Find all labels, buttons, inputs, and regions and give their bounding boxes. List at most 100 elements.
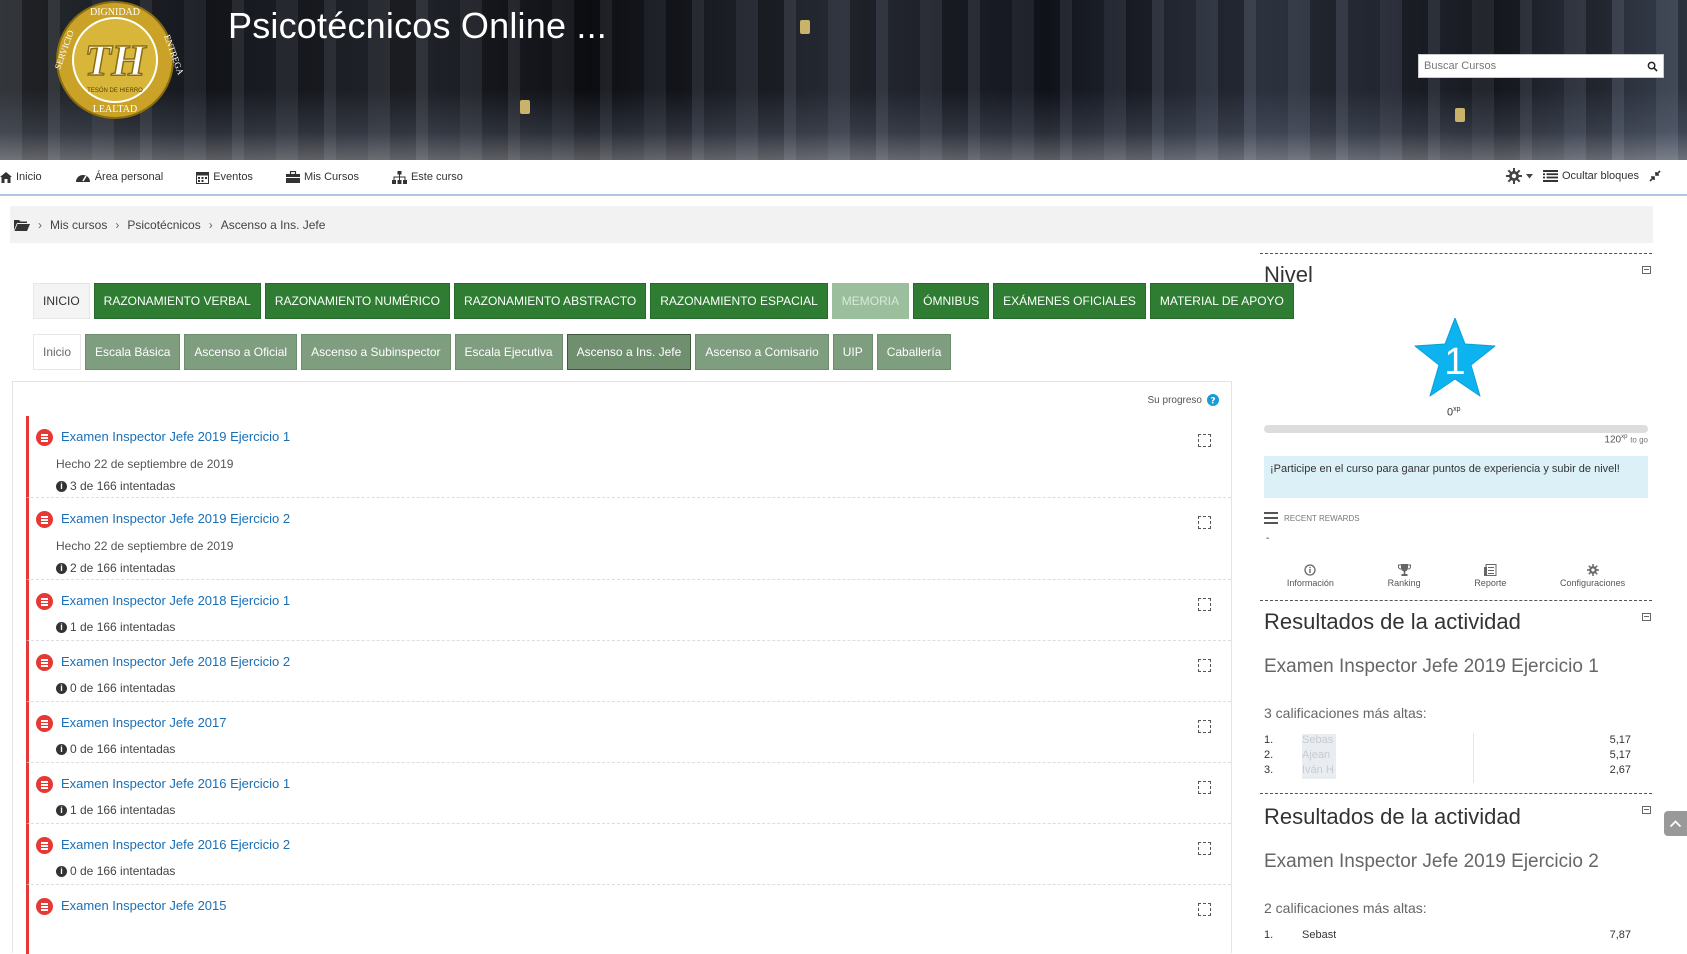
activity-list: Su progreso ? Examen Inspector Jefe 2019… [12,381,1232,954]
grade: 2,67 [1609,764,1631,776]
activity-date: Hecho 22 de septiembre de 2019 [56,457,234,471]
subtab-ascenso-oficial[interactable]: Ascenso a Oficial [184,334,298,370]
subtab-inicio[interactable]: Inicio [33,334,82,370]
quiz-icon [36,837,53,854]
gear-icon [1505,168,1522,184]
collapse-icon[interactable] [1642,806,1651,814]
subtab-escala-basica[interactable]: Escala Básica [85,334,181,370]
action-report[interactable]: Reporte [1474,564,1506,588]
action-info[interactable]: Información [1287,564,1334,588]
search-icon[interactable] [1641,55,1663,77]
activity-item[interactable]: Examen Inspector Jefe 2019 Ejercicio 2 H… [26,498,1231,580]
activity-attempts: 0 de 166 intentadas [70,864,176,878]
activity-link[interactable]: Examen Inspector Jefe 2016 Ejercicio 1 [61,776,290,791]
search-box[interactable] [1418,54,1664,78]
collapse-icon[interactable] [1642,613,1651,621]
nav-my-courses[interactable]: Mis Cursos [285,171,359,183]
tab-inicio[interactable]: INICIO [33,283,90,319]
level-block: Nivel 1 0xp 120xp to go ¡Participe en el… [1260,253,1652,600]
breadcrumb-item-my-courses[interactable]: Mis cursos [50,218,107,232]
nav-this-course[interactable]: Este curso [391,170,463,184]
collapse-icon[interactable] [1642,266,1651,274]
nav-this-course-label: Este curso [410,171,463,183]
breadcrumb-item-psychotechnics[interactable]: Psicotécnicos [127,218,200,232]
xp-goal: 120 [1604,434,1622,446]
activity-item[interactable]: Examen Inspector Jefe 2018 Ejercicio 2 i… [26,641,1231,702]
main-navbar: Inicio Área personal Eventos Mis Cursos … [0,160,1687,196]
list-icon [1264,512,1278,524]
activity-link[interactable]: Examen Inspector Jefe 2019 Ejercicio 1 [61,429,290,444]
tab-razonamiento-espacial[interactable]: RAZONAMIENTO ESPACIAL [650,283,828,319]
quiz-icon [36,593,53,610]
site-title[interactable]: Psicotécnicos Online ... [228,5,607,47]
table-row: 1. Sebas 5,17 [1264,734,1631,749]
completion-checkbox[interactable] [1198,434,1211,447]
activity-item[interactable]: Examen Inspector Jefe 2015 [26,885,1231,954]
xp-to-go: to go [1630,435,1648,445]
tab-razonamiento-abstracto[interactable]: RAZONAMIENTO ABSTRACTO [453,283,647,319]
activity-link[interactable]: Examen Inspector Jefe 2018 Ejercicio 1 [61,593,290,608]
activity-link[interactable]: Examen Inspector Jefe 2019 Ejercicio 2 [61,511,290,526]
block-title: Nivel [1264,262,1313,287]
dashboard-icon [75,175,90,182]
subtab-escala-ejecutiva[interactable]: Escala Ejecutiva [454,334,563,370]
activity-link[interactable]: Examen Inspector Jefe 2016 Ejercicio 2 [61,837,290,852]
tab-omnibus[interactable]: ÓMNIBUS [913,283,990,319]
tab-memoria[interactable]: MEMORIA [831,283,910,319]
hide-blocks-label: Ocultar bloques [1561,170,1639,182]
completion-checkbox[interactable] [1198,598,1211,611]
nav-my-courses-label: Mis Cursos [303,171,359,183]
subtab-ascenso-ins-jefe[interactable]: Ascenso a Ins. Jefe [566,334,692,370]
subtab-ascenso-subinspector[interactable]: Ascenso a Subinspector [301,334,451,370]
activity-item[interactable]: Examen Inspector Jefe 2019 Ejercicio 1 H… [26,416,1231,498]
info-icon: i [56,804,67,816]
nav-events[interactable]: Eventos [196,171,253,184]
activity-item[interactable]: Examen Inspector Jefe 2018 Ejercicio 1 i… [26,580,1231,641]
activity-attempts: 1 de 166 intentadas [70,620,176,634]
site-logo[interactable]: DIGNIDAD SERVICIO ENTREGA LEALTAD TH TES… [40,0,190,124]
completion-checkbox[interactable] [1198,903,1211,916]
nav-dashboard[interactable]: Área personal [75,171,163,183]
breadcrumb-item-current[interactable]: Ascenso a Ins. Jefe [221,218,326,232]
subtab-uip[interactable]: UIP [832,334,873,370]
completion-checkbox[interactable] [1198,842,1211,855]
completion-checkbox[interactable] [1198,720,1211,733]
search-input[interactable] [1419,55,1641,77]
subtab-ascenso-comisario[interactable]: Ascenso a Comisario [695,334,829,370]
activity-link[interactable]: Examen Inspector Jefe 2015 [61,898,227,913]
activity-link[interactable]: Examen Inspector Jefe 2018 Ejercicio 2 [61,654,290,669]
action-settings[interactable]: Configuraciones [1560,564,1625,588]
tab-examenes-oficiales[interactable]: EXÁMENES OFICIALES [993,283,1146,319]
activity-results-block: Resultados de la actividad Examen Inspec… [1260,793,1652,953]
tab-razonamiento-verbal[interactable]: RAZONAMIENTO VERBAL [93,283,261,319]
breadcrumb: › Mis cursos › Psicotécnicos › Ascenso a… [10,206,1653,243]
help-icon[interactable]: ? [1207,394,1219,406]
nav-home[interactable]: Inicio [0,171,42,183]
completion-checkbox[interactable] [1198,781,1211,794]
level-number: 1 [1444,341,1465,383]
home-icon [0,171,12,183]
completion-checkbox[interactable] [1198,516,1211,529]
activity-item[interactable]: Examen Inspector Jefe 2016 Ejercicio 2 i… [26,824,1231,885]
completion-checkbox[interactable] [1198,659,1211,672]
level-star-badge: 1 [1414,318,1496,397]
results-activity-name: Examen Inspector Jefe 2019 Ejercicio 1 [1264,656,1599,677]
quiz-icon [36,898,53,915]
subtab-caballeria[interactable]: Caballería [876,334,952,370]
tab-razonamiento-numerico[interactable]: RAZONAMIENTO NUMÉRICO [264,283,450,319]
list-icon [1542,170,1558,182]
hide-blocks-button[interactable]: Ocultar bloques [1542,170,1639,182]
scroll-top-button[interactable] [1664,811,1687,836]
trophy-icon [1397,564,1411,576]
settings-menu[interactable] [1505,168,1533,184]
action-ranking[interactable]: Ranking [1388,564,1421,588]
xp-unit: xp [1453,406,1461,413]
activity-item[interactable]: Examen Inspector Jefe 2016 Ejercicio 1 i… [26,763,1231,824]
activity-link[interactable]: Examen Inspector Jefe 2017 [61,715,227,730]
compress-icon[interactable] [1649,170,1661,182]
student-name: Ajean [1302,749,1336,764]
activity-item[interactable]: Examen Inspector Jefe 2017 i0 de 166 int… [26,702,1231,763]
activity-attempts: 0 de 166 intentadas [70,681,176,695]
folder-open-icon[interactable] [14,219,30,231]
sitemap-icon [391,170,407,184]
